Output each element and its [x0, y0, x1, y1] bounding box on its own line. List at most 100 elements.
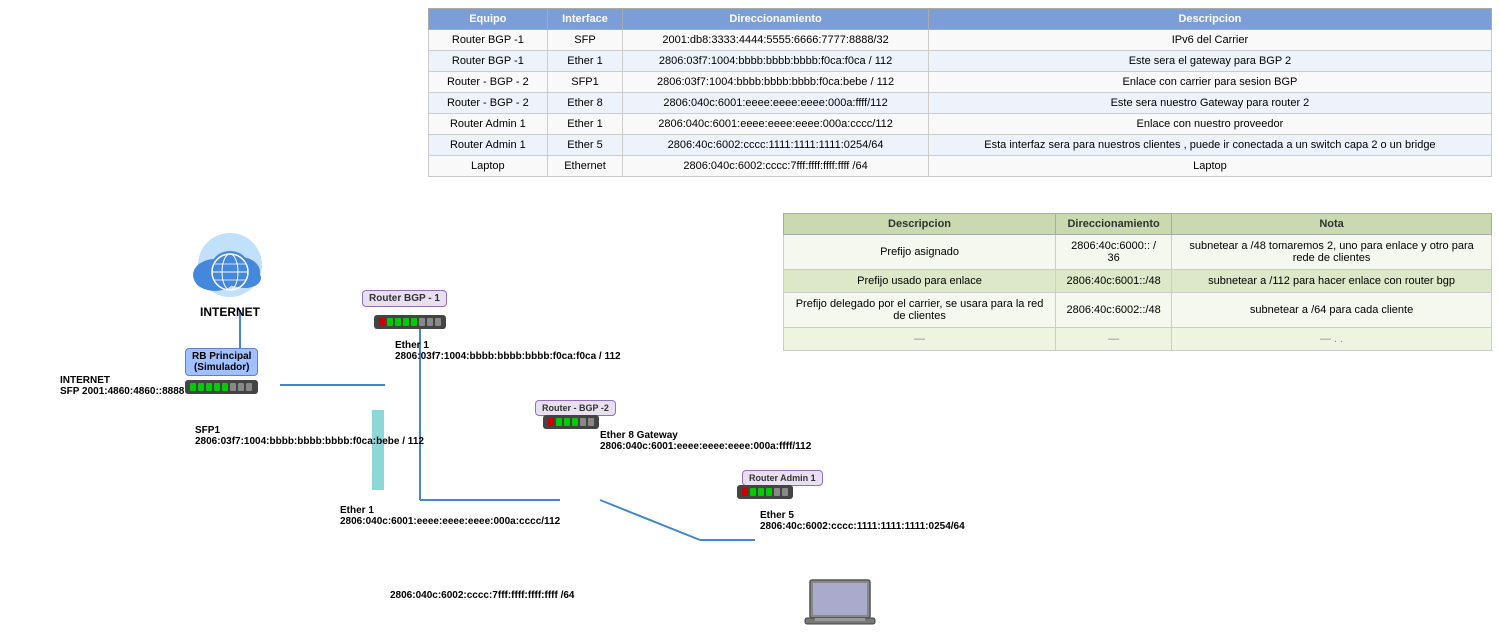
diagram-area: INTERNET RB Principal(Simulador) INTERNE…: [0, 130, 760, 620]
port-7: [238, 383, 244, 391]
cell-equipo: Router BGP -1: [429, 51, 548, 72]
bp2: [556, 418, 562, 426]
sfp1-label: SFP1 2806:03f7:1004:bbbb:bbbb:bbbb:f0ca:…: [195, 425, 424, 447]
cell-interface: SFP1: [547, 72, 623, 93]
bgp2-device: [543, 415, 599, 429]
table-row: Prefijo asignado2806:40c:6000:: / 36subn…: [784, 235, 1492, 270]
laptop-icon: [800, 575, 880, 635]
cell-descripcion: Esta interfaz sera para nuestros cliente…: [928, 135, 1491, 156]
internet-label: INTERNET: [175, 305, 285, 319]
port-2: [198, 383, 204, 391]
sec-cell-direccionamiento: 2806:40c:6000:: / 36: [1056, 235, 1172, 270]
port-4: [214, 383, 220, 391]
p2: [387, 318, 393, 326]
cell-interface: Ether 1: [547, 51, 623, 72]
p3: [395, 318, 401, 326]
col-header-interface: Interface: [547, 9, 623, 30]
ap3: [758, 488, 764, 496]
ether5-admin-label: Ether 5 2806:40c:6002:cccc:1111:1111:111…: [760, 510, 965, 532]
sec-cell-descripcion: —: [784, 328, 1056, 351]
ether8-addr: 2806:040c:6001:eeee:eeee:eeee:000a:ffff/…: [600, 441, 811, 452]
cell-interface: SFP: [547, 30, 623, 51]
sfp1-addr: 2806:03f7:1004:bbbb:bbbb:bbbb:f0ca:bebe …: [195, 436, 424, 447]
table-row: Router - BGP - 2SFP12806:03f7:1004:bbbb:…: [429, 72, 1492, 93]
bgp1-device: [374, 315, 446, 329]
cell-direccionamiento: 2806:03f7:1004:bbbb:bbbb:bbbb:f0ca:bebe …: [623, 72, 929, 93]
p1: [379, 318, 385, 326]
bgp2-mikrotik: [543, 415, 599, 429]
cell-descripcion: Enlace con nuestro proveedor: [928, 114, 1491, 135]
laptop: [800, 575, 880, 638]
port-6: [230, 383, 236, 391]
bgp1-mikrotik: [374, 315, 446, 329]
sec-col-nota: Nota: [1172, 214, 1492, 235]
col-header-descripcion: Descripcion: [928, 9, 1491, 30]
rb-principal: RB Principal(Simulador): [185, 348, 258, 394]
bp6: [588, 418, 594, 426]
port-8: [246, 383, 252, 391]
bp5: [580, 418, 586, 426]
admin1-mikrotik: [737, 485, 793, 499]
ap1: [742, 488, 748, 496]
router-bgp1-box: Router BGP - 1: [362, 290, 447, 307]
ether8-label: Ether 8 Gateway 2806:040c:6001:eeee:eeee…: [600, 430, 811, 452]
cell-descripcion: Este sera el gateway para BGP 2: [928, 51, 1491, 72]
ether1-admin-label: Ether 1 2806:040c:6001:eeee:eeee:eeee:00…: [340, 505, 560, 527]
sec-cell-nota: subnetear a /64 para cada cliente: [1172, 293, 1492, 328]
p7: [427, 318, 433, 326]
col-header-equipo: Equipo: [429, 9, 548, 30]
sec-cell-nota: subnetear a /112 para hacer enlace con r…: [1172, 270, 1492, 293]
internet-cloud: INTERNET: [175, 230, 285, 319]
sec-cell-descripcion: Prefijo usado para enlace: [784, 270, 1056, 293]
ap2: [750, 488, 756, 496]
cell-direccionamiento: 2806:040c:6001:eeee:eeee:eeee:000a:ffff/…: [623, 93, 929, 114]
sec-cell-descripcion: Prefijo delegado por el carrier, se usar…: [784, 293, 1056, 328]
sec-cell-descripcion: Prefijo asignado: [784, 235, 1056, 270]
port-5: [222, 383, 228, 391]
cell-descripcion: IPv6 del Carrier: [928, 30, 1491, 51]
p4: [403, 318, 409, 326]
port-1: [190, 383, 196, 391]
cell-equipo: Router - BGP - 2: [429, 93, 548, 114]
table-row: Prefijo delegado por el carrier, se usar…: [784, 293, 1492, 328]
cell-descripcion: Enlace con carrier para sesion BGP: [928, 72, 1491, 93]
cell-descripcion: Este sera nuestro Gateway para router 2: [928, 93, 1491, 114]
sec-col-direccionamiento: Direccionamiento: [1056, 214, 1172, 235]
ether1-bgp1-label: Ether 1 2806:03f7:1004:bbbb:bbbb:bbbb:f0…: [395, 340, 621, 362]
table-row: Router BGP -1SFP2001:db8:3333:4444:5555:…: [429, 30, 1492, 51]
cell-equipo: Router - BGP - 2: [429, 72, 548, 93]
cell-interface: Ether 8: [547, 93, 623, 114]
table-row: Router BGP -1Ether 12806:03f7:1004:bbbb:…: [429, 51, 1492, 72]
table-row: ——— . .: [784, 328, 1492, 351]
bp3: [564, 418, 570, 426]
internet-sfp-label: INTERNET SFP 2001:4860:4860::8888: [60, 375, 184, 397]
cell-equipo: Router BGP -1: [429, 30, 548, 51]
cell-direccionamiento: 2806:03f7:1004:bbbb:bbbb:bbbb:f0ca:f0ca …: [623, 51, 929, 72]
col-header-direccionamiento: Direccionamiento: [623, 9, 929, 30]
p6: [419, 318, 425, 326]
port-3: [206, 383, 212, 391]
sfp-address: SFP 2001:4860:4860::8888: [60, 386, 184, 397]
ether1-bgp1-addr: 2806:03f7:1004:bbbb:bbbb:bbbb:f0ca:f0ca …: [395, 351, 621, 362]
rb-principal-label: RB Principal(Simulador): [185, 348, 258, 376]
sec-cell-direccionamiento: —: [1056, 328, 1172, 351]
router-bgp2-box: Router - BGP -2: [535, 400, 616, 416]
sec-table-area: Descripcion Direccionamiento Nota Prefij…: [775, 205, 1500, 359]
cell-direccionamiento: 2001:db8:3333:4444:5555:6666:7777:8888/3…: [623, 30, 929, 51]
ap5: [774, 488, 780, 496]
p8: [435, 318, 441, 326]
sec-cell-nota: — . .: [1172, 328, 1492, 351]
sec-col-descripcion: Descripcion: [784, 214, 1056, 235]
ether1-admin-addr: 2806:040c:6001:eeee:eeee:eeee:000a:cccc/…: [340, 516, 560, 527]
router-admin1-box: Router Admin 1: [742, 470, 823, 486]
laptop-addr: 2806:040c:6002:cccc:7fff:ffff:ffff:ffff …: [390, 590, 575, 601]
sec-table: Descripcion Direccionamiento Nota Prefij…: [783, 213, 1492, 351]
ap4: [766, 488, 772, 496]
sec-cell-direccionamiento: 2806:40c:6002::/48: [1056, 293, 1172, 328]
bp1: [548, 418, 554, 426]
ap6: [782, 488, 788, 496]
ether5-admin-addr: 2806:40c:6002:cccc:1111:1111:1111:0254/6…: [760, 521, 965, 532]
bp4: [572, 418, 578, 426]
sec-cell-direccionamiento: 2806:40c:6001::/48: [1056, 270, 1172, 293]
laptop-addr-label: 2806:040c:6002:cccc:7fff:ffff:ffff:ffff …: [390, 590, 575, 601]
